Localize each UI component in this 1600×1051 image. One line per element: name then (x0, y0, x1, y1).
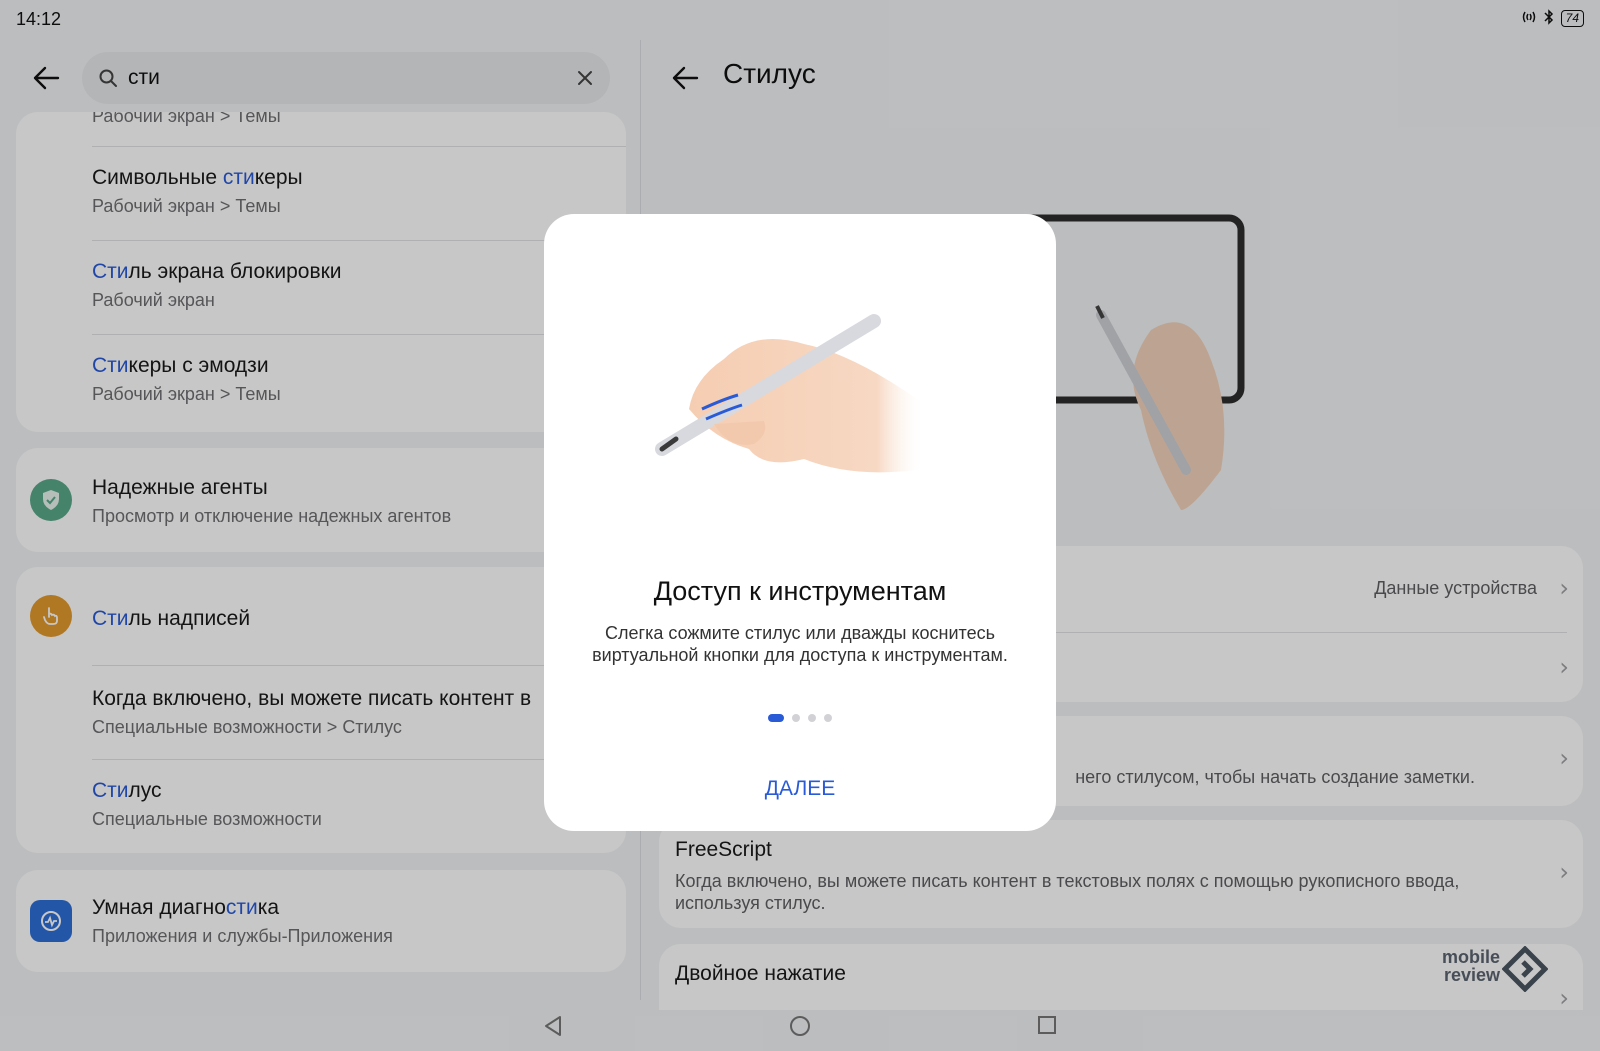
onboarding-dialog: Доступ к инструментам Слегка сожмите сти… (544, 214, 1056, 831)
next-button[interactable]: ДАЛЕЕ (700, 764, 900, 814)
page-dot (792, 714, 800, 722)
page-dot (808, 714, 816, 722)
dialog-title: Доступ к инструментам (653, 576, 947, 606)
page-dot (824, 714, 832, 722)
page-dot-active (768, 714, 784, 722)
hand-stylus-illustration (655, 314, 924, 473)
page-indicator (544, 714, 1056, 722)
dialog-text: Слегка сожмите стилус или дважды косните… (592, 623, 1008, 665)
